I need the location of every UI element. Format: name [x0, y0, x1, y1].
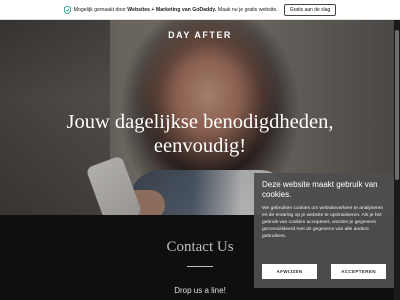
promo-text: Mogelijk gemaakt door Websites + Marketi… [74, 7, 278, 13]
hero-headline: Jouw dagelijkse benodigdheden, eenvoudig… [0, 110, 400, 158]
get-started-button[interactable]: Gratis aan de slag [283, 3, 337, 16]
site-logo[interactable]: DAY AFTER [0, 30, 400, 40]
hero-headline-line1: Jouw dagelijkse benodigdheden, [66, 111, 334, 133]
page-scrollbar[interactable] [394, 20, 400, 300]
cookie-buttons: AFWIJZEN ACCEPTEREN [262, 264, 386, 279]
cookie-banner: Deze website maakt gebruik van cookies. … [254, 173, 394, 288]
promo-prefix: Mogelijk gemaakt door [73, 6, 128, 13]
godaddy-promo-bar: Mogelijk gemaakt door Websites + Marketi… [0, 0, 400, 20]
shield-check-icon [63, 5, 71, 14]
reject-cookies-button[interactable]: AFWIJZEN [262, 264, 317, 279]
promo-suffix: Maak nu je gratis website. [216, 6, 278, 13]
hero-headline-line2: eenvoudig! [153, 135, 247, 157]
cookie-title: Deze website maakt gebruik van cookies. [262, 180, 378, 199]
contact-divider [187, 266, 213, 267]
accept-cookies-button[interactable]: ACCEPTEREN [331, 264, 386, 279]
cookie-body: We gebruiken cookies om websiteverkeer t… [262, 206, 384, 239]
promo-bold: Websites + Marketing van GoDaddy. [127, 6, 217, 13]
scrollbar-thumb[interactable] [395, 30, 399, 180]
